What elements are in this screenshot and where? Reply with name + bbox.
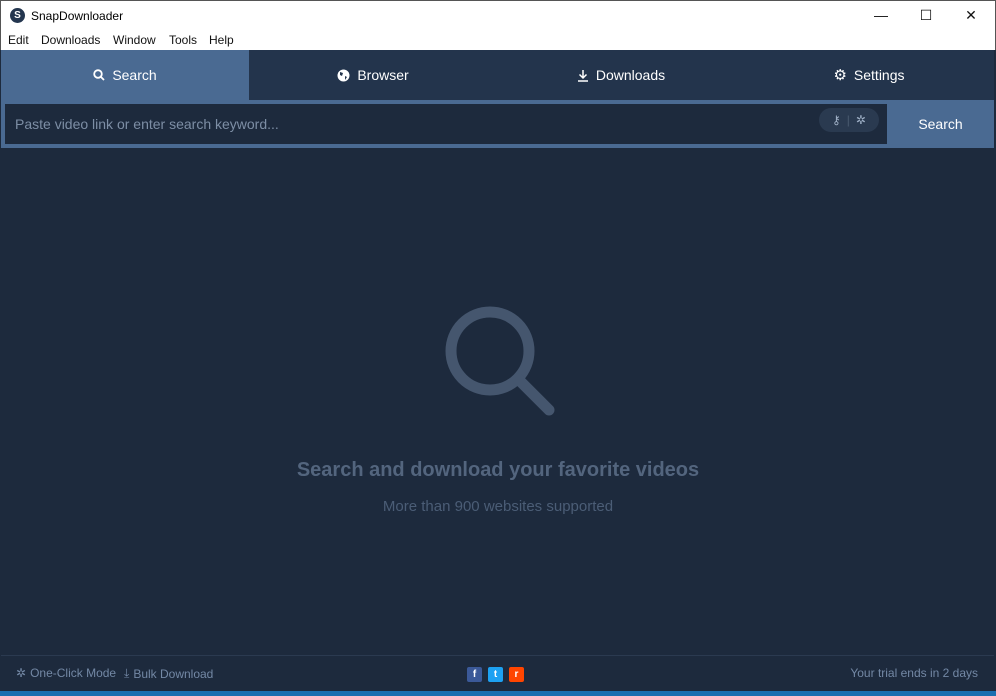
download-icon bbox=[577, 69, 588, 82]
menu-tools[interactable]: Tools bbox=[169, 33, 197, 47]
tab-settings[interactable]: ⚙ Settings bbox=[745, 50, 993, 100]
search-bar: Paste video link or enter search keyword… bbox=[1, 100, 994, 148]
search-icon bbox=[93, 69, 105, 81]
empty-state-subtitle: More than 900 websites supported bbox=[382, 498, 614, 515]
menu-edit[interactable]: Edit bbox=[8, 33, 29, 47]
tab-label: Downloads bbox=[595, 67, 666, 83]
bulk-label: Bulk Download bbox=[133, 666, 214, 681]
tab-label: Settings bbox=[853, 67, 905, 83]
close-button[interactable]: ✕ bbox=[948, 1, 994, 30]
large-search-icon bbox=[445, 306, 555, 416]
twitter-icon[interactable]: t bbox=[488, 667, 503, 682]
empty-state-title: Search and download your favorite videos bbox=[296, 459, 700, 481]
download-icon: ⤓ bbox=[124, 666, 130, 680]
search-input[interactable]: Paste video link or enter search keyword… bbox=[5, 104, 887, 144]
tab-downloads[interactable]: Downloads bbox=[497, 50, 745, 100]
app-title: SnapDownloader bbox=[31, 9, 124, 23]
app-logo-icon: S bbox=[10, 8, 25, 23]
globe-icon bbox=[337, 69, 350, 81]
tab-label: Browser bbox=[357, 67, 409, 83]
minimize-button[interactable]: — bbox=[858, 1, 904, 30]
key-icon[interactable]: ⚷ bbox=[832, 113, 841, 127]
bulk-download-button[interactable]: ⤓ Bulk Download bbox=[124, 666, 213, 681]
trial-status: Your trial ends in 2 days bbox=[850, 666, 978, 680]
gear-icon: ⚙ bbox=[833, 67, 847, 84]
window-border bbox=[0, 691, 996, 696]
menu-help[interactable]: Help bbox=[209, 33, 234, 47]
menu-bar: Edit Downloads Window Tools Help bbox=[0, 30, 996, 50]
search-button[interactable]: Search bbox=[887, 100, 994, 148]
reddit-icon[interactable]: r bbox=[509, 667, 524, 682]
menu-downloads[interactable]: Downloads bbox=[41, 33, 100, 47]
title-bar: S SnapDownloader — ☐ ✕ bbox=[0, 0, 996, 30]
tab-label: Search bbox=[112, 67, 157, 83]
cursor-click-icon: ✲ bbox=[16, 666, 27, 680]
one-click-label: One-Click Mode bbox=[30, 666, 117, 680]
one-click-icon[interactable]: ✲ bbox=[856, 113, 866, 127]
tab-bar: Search Browser Downloads ⚙ Settings bbox=[1, 50, 994, 100]
menu-window[interactable]: Window bbox=[113, 33, 156, 47]
input-tools: ⚷ | ✲ bbox=[819, 108, 879, 132]
footer: ✲ One-Click Mode ⤓ Bulk Download f t r You… bbox=[1, 655, 994, 691]
tab-search[interactable]: Search bbox=[1, 50, 249, 100]
facebook-icon[interactable]: f bbox=[467, 667, 482, 682]
tab-browser[interactable]: Browser bbox=[249, 50, 497, 100]
maximize-button[interactable]: ☐ bbox=[903, 1, 949, 30]
one-click-mode-button[interactable]: ✲ One-Click Mode bbox=[16, 666, 116, 680]
